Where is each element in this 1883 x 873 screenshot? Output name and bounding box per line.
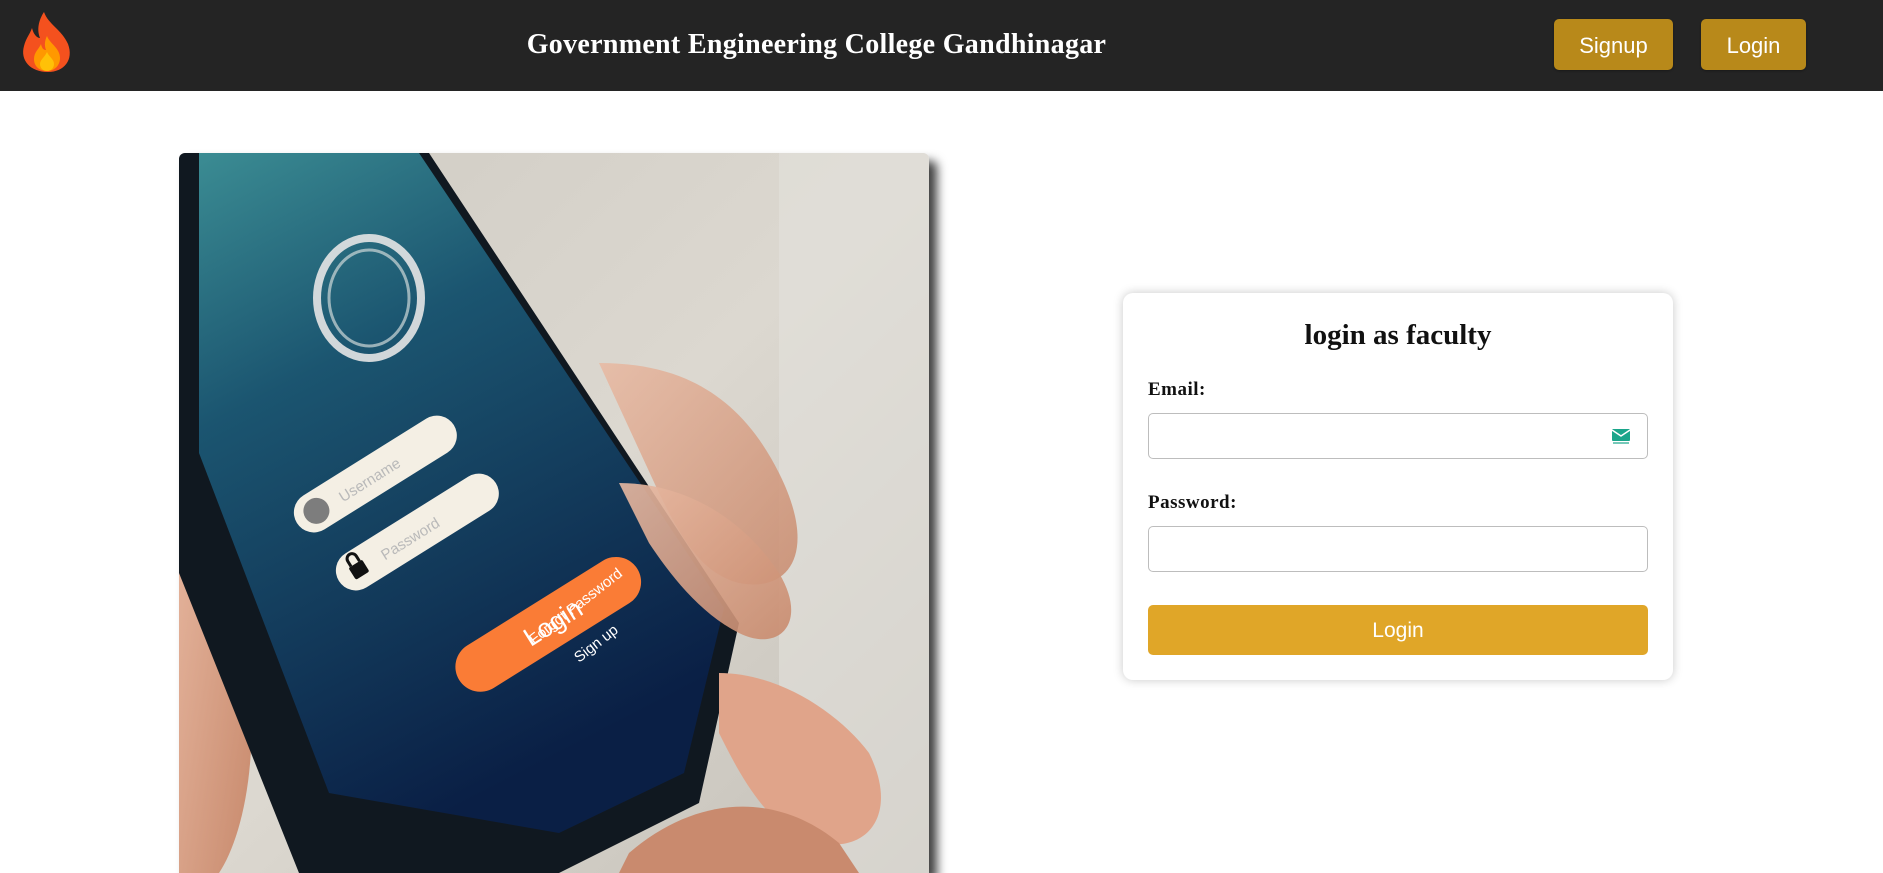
signup-button[interactable]: Signup xyxy=(1554,19,1673,70)
login-form-card: login as faculty Email: Password: Login xyxy=(1123,293,1673,680)
form-title: login as faculty xyxy=(1304,319,1492,351)
password-field[interactable] xyxy=(1148,526,1648,572)
password-label: Password: xyxy=(1148,492,1237,513)
login-nav-button[interactable]: Login xyxy=(1701,19,1806,70)
navbar: Government Engineering College Gandhinag… xyxy=(0,0,1883,91)
phone-login-photo: Username Password Login Forgot Password … xyxy=(179,153,929,873)
email-label: Email: xyxy=(1148,379,1206,400)
mail-icon xyxy=(1611,427,1631,445)
login-submit-button[interactable]: Login xyxy=(1148,605,1648,655)
email-field[interactable] xyxy=(1148,413,1648,459)
site-title: Government Engineering College Gandhinag… xyxy=(526,29,1107,60)
